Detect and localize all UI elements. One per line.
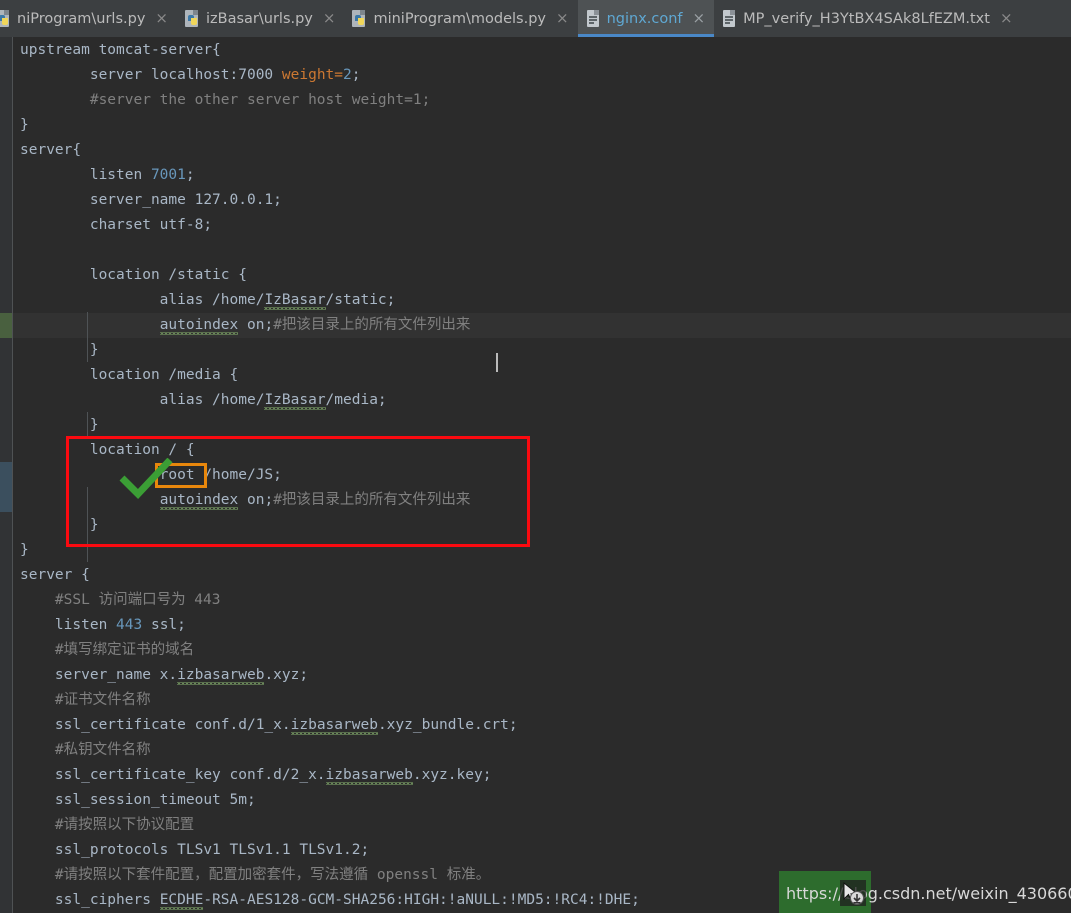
code-line: upstream tomcat-server{ <box>20 42 221 58</box>
tab-label: izBasar\urls.py <box>206 10 313 27</box>
code-line: listen 7001; <box>20 167 195 183</box>
code-line: charset utf-8; <box>20 217 213 233</box>
code-line: #证书文件名称 <box>20 692 151 708</box>
close-icon[interactable]: × <box>323 11 336 26</box>
tab-miniprogram-urls[interactable]: niProgram\urls.py × <box>0 0 177 37</box>
tab-izbasar-urls[interactable]: izBasar\urls.py × <box>177 0 345 37</box>
code-line: ssl_session_timeout 5m; <box>20 792 256 808</box>
code-line: alias /home/IzBasar/media; <box>20 392 387 408</box>
code-line: server_name 127.0.0.1; <box>20 192 282 208</box>
download-cursor-icon <box>840 880 866 906</box>
close-icon[interactable]: × <box>155 11 168 26</box>
code-line: } <box>20 517 99 533</box>
code-line: ssl_protocols TLSv1 TLSv1.1 TLSv1.2; <box>20 842 370 858</box>
code-line: autoindex on;#把该目录上的所有文件列出来 <box>159 317 471 333</box>
tab-nginx-conf[interactable]: nginx.conf × <box>577 0 715 37</box>
code-line: ssl_certificate conf.d/1_x.izbasarweb.xy… <box>20 717 518 733</box>
code-line: server_name x.izbasarweb.xyz; <box>20 667 309 683</box>
code-line: server { <box>20 567 90 583</box>
code-line: ssl_certificate_key conf.d/2_x.izbasarwe… <box>20 767 492 783</box>
code-line: } <box>20 342 99 358</box>
text-caret <box>496 353 498 372</box>
code-line: #请按照以下套件配置，配置加密套件，写法遵循 openssl 标准。 <box>20 867 491 883</box>
code-line: #私钥文件名称 <box>20 742 151 758</box>
code-line: #server the other server host weight=1; <box>20 92 431 108</box>
code-line: #填写绑定证书的域名 <box>20 642 195 658</box>
code-line: #SSL 访问端口号为 443 <box>20 592 221 608</box>
tab-label: miniProgram\models.py <box>373 10 547 27</box>
gutter-marker[interactable] <box>0 313 12 338</box>
code-line: } <box>20 117 29 133</box>
tab-label: niProgram\urls.py <box>17 10 146 27</box>
text-file-icon <box>722 10 737 27</box>
config-file-icon <box>586 10 601 27</box>
code-line: alias /home/IzBasar/static; <box>20 292 396 308</box>
code-line: location / { <box>20 442 195 458</box>
close-icon[interactable]: × <box>556 11 569 26</box>
code-line: server{ <box>20 142 82 158</box>
editor-tab-bar: niProgram\urls.py × izBasar\urls.py × mi… <box>0 0 1071 37</box>
code-line: } <box>20 542 29 558</box>
python-file-icon <box>185 10 200 27</box>
watermark-url: https://blog.csdn.net/weixin_43066097 <box>786 884 1071 903</box>
gutter-marker[interactable] <box>0 462 12 512</box>
tab-mp-verify-txt[interactable]: MP_verify_H3YtBX4SAk8LfEZM.txt × <box>714 0 1022 37</box>
tab-label: MP_verify_H3YtBX4SAk8LfEZM.txt <box>743 10 990 27</box>
gutter-separator <box>12 37 13 913</box>
python-file-icon <box>0 10 11 27</box>
close-icon[interactable]: × <box>1000 11 1013 26</box>
code-line: autoindex on;#把该目录上的所有文件列出来 <box>159 492 471 508</box>
code-editor[interactable]: upstream tomcat-server{ server localhost… <box>0 37 1071 913</box>
tab-label: nginx.conf <box>606 10 683 27</box>
code-line: server localhost:7000 weight=2; <box>20 67 361 83</box>
code-line: #请按照以下协议配置 <box>20 817 195 833</box>
code-line: location /media { <box>20 367 239 383</box>
code-line: root /home/JS; <box>20 467 282 483</box>
code-line: ssl_ciphers ECDHE-RSA-AES128-GCM-SHA256:… <box>20 892 640 908</box>
code-line: listen 443 ssl; <box>20 617 186 633</box>
tab-miniprogram-models[interactable]: miniProgram\models.py × <box>344 0 578 37</box>
code-line: location /static { <box>20 267 247 283</box>
close-icon[interactable]: × <box>693 11 706 26</box>
python-file-icon <box>352 10 367 27</box>
code-line: } <box>20 417 99 433</box>
